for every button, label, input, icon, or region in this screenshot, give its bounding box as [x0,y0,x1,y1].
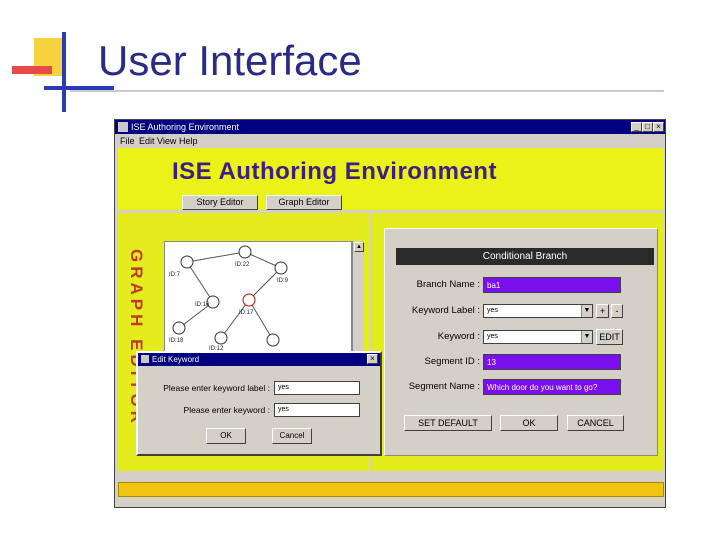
remove-keyword-button[interactable]: - [611,304,623,318]
menu-bar: File Edit View Help [115,134,665,148]
edit-keyword-dialog: Edit Keyword × Please enter keyword labe… [136,351,382,456]
graph-node-label: ID:7 [169,272,181,278]
graph-edge [248,267,282,301]
graph-node[interactable] [238,245,252,259]
tab-graph-editor[interactable]: Graph Editor [266,195,342,210]
chevron-down-icon[interactable]: ▼ [581,331,592,343]
graph-node-label: ID:9 [277,278,289,284]
slide-title: User Interface [98,37,362,84]
dialog-titlebar: Edit Keyword × [138,353,380,366]
keyword-label-select-value: yes [487,307,498,314]
set-default-button[interactable]: SET DEFAULT [404,415,492,431]
close-icon[interactable]: × [653,122,664,132]
dialog-cancel-button[interactable]: Cancel [272,428,312,444]
dialog-app-icon [141,355,149,363]
slide-bullet-blue-vertical [62,32,66,112]
maximize-icon[interactable]: □ [642,122,653,132]
graph-node[interactable] [180,255,194,269]
app-heading: ISE Authoring Environment [172,158,497,185]
menu-help[interactable]: Help [179,134,198,148]
edit-keyword-button[interactable]: EDIT [596,329,623,345]
window-title: ISE Authoring Environment [131,122,240,132]
segment-id-field[interactable]: 13 [483,354,621,370]
graph-node[interactable] [214,331,228,345]
segment-name-label: Segment Name : [408,381,480,392]
dialog-keyword-input[interactable]: yes [274,403,360,417]
status-bar [118,482,664,497]
graph-node-label: ID:17 [239,310,254,316]
segment-id-label: Segment ID : [424,356,480,367]
dialog-title: Edit Keyword [152,355,200,364]
add-keyword-button[interactable]: + [596,304,609,318]
graph-node-label: ID:16 [195,302,210,308]
menu-edit[interactable]: Edit [139,134,155,148]
conditional-branch-title: Conditional Branch [396,248,654,265]
graph-edge [186,261,214,303]
graph-edge [220,299,250,339]
close-icon[interactable]: × [367,354,378,364]
tab-story-editor[interactable]: Story Editor [182,195,258,210]
dialog-keyword-label-input[interactable]: yes [274,381,360,395]
branch-cancel-button[interactable]: CANCEL [567,415,624,431]
segment-name-field[interactable]: Which door do you want to go? [483,379,621,395]
graph-edge [186,251,246,263]
menu-view[interactable]: View [157,134,176,148]
branch-ok-button[interactable]: OK [500,415,558,431]
graph-node[interactable] [274,261,288,275]
keyword-label-label: Keyword Label : [411,305,480,316]
slide-title-underline [70,90,664,92]
minimize-icon[interactable]: _ [631,122,642,132]
scroll-up-icon[interactable]: ▲ [354,242,364,252]
keyword-label-prompt: Please enter keyword label : [163,383,270,393]
window-titlebar: ISE Authoring Environment _ □ × [115,120,665,134]
keyword-select-value: yes [487,333,498,340]
app-icon [118,122,128,132]
graph-node-label: ID:22 [235,262,250,268]
branch-name-field[interactable]: ba1 [483,277,621,293]
graph-node-selected[interactable] [242,293,256,307]
graph-node[interactable] [266,333,280,347]
keyword-label: Keyword : [437,331,480,342]
graph-node[interactable] [172,321,186,335]
graph-node-label: ID:18 [169,338,184,344]
slide-bullet-red-bar [12,66,52,74]
graph-edge [248,299,274,341]
keyword-prompt: Please enter keyword : [183,405,270,415]
chevron-down-icon[interactable]: ▼ [581,305,592,317]
branch-name-label: Branch Name : [416,279,480,290]
dialog-ok-button[interactable]: OK [206,428,246,444]
keyword-label-select[interactable]: yes ▼ [483,304,593,318]
menu-file[interactable]: File [120,134,135,148]
app-header: ISE Authoring Environment Story Editor G… [118,148,664,210]
keyword-select[interactable]: yes ▼ [483,330,593,344]
